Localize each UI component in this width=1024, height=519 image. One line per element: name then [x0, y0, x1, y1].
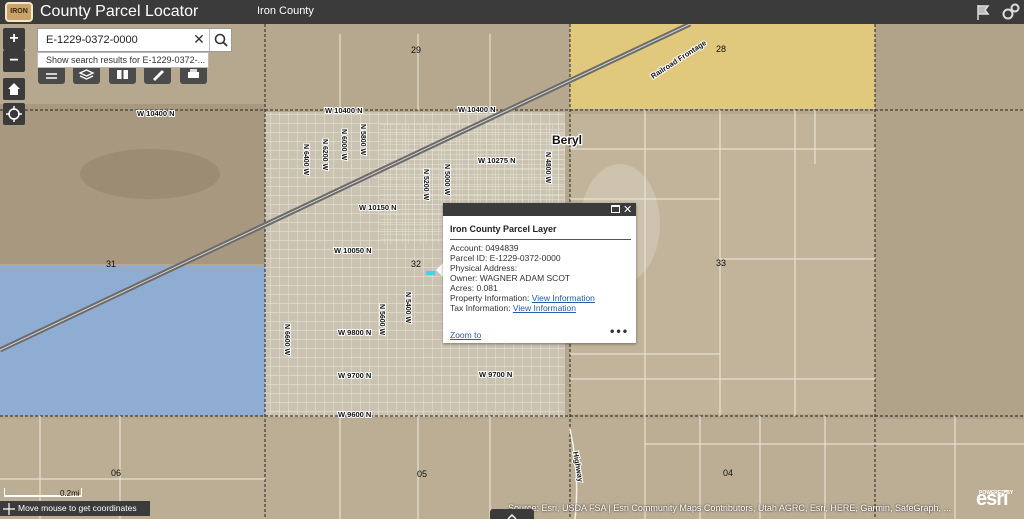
section-label: 04: [723, 468, 733, 478]
gears-icon[interactable]: [1001, 2, 1021, 22]
road-label: W 9800 N: [338, 328, 371, 337]
street-label: N 6200 W: [321, 139, 328, 171]
road-label: W 10400 N: [458, 105, 496, 114]
search-button[interactable]: [209, 29, 231, 51]
scale-label: 0.2mi: [60, 489, 80, 498]
esri-logo[interactable]: esri: [976, 488, 1009, 511]
place-label: Beryl: [552, 133, 582, 147]
chevron-up-icon: [507, 514, 517, 519]
owner-field: Owner: WAGNER ADAM SCOT: [450, 273, 571, 283]
popup-titlebar: ✕: [443, 203, 636, 216]
physical-address-field: Physical Address:: [450, 263, 518, 273]
zoom-out-button[interactable]: −: [3, 50, 25, 72]
attribution-toggle[interactable]: [490, 509, 534, 519]
street-label: N 5800 W: [359, 124, 366, 156]
app-root: 29 28 31 32 33 06 05 04 W 10400 N W 1040…: [0, 0, 1024, 519]
map-flag-icon[interactable]: [974, 2, 994, 22]
property-info-label: Property Information:: [450, 293, 530, 303]
locate-button[interactable]: [3, 103, 25, 125]
app-title: County Parcel Locator: [40, 3, 199, 20]
street-label: N 4800 W: [544, 152, 551, 184]
coordinates-display[interactable]: Move mouse to get coordinates: [0, 501, 150, 516]
road-label: W 10150 N: [359, 203, 397, 212]
search-icon: [214, 33, 228, 47]
section-label: 32: [411, 259, 421, 269]
home-button[interactable]: [3, 78, 25, 100]
street-label: N 5000 W: [443, 164, 450, 196]
account-field: Account: 0494839: [450, 243, 519, 253]
parcel-id-field: Parcel ID: E-1229-0372-0000: [450, 253, 561, 263]
street-label: N 6600 W: [283, 324, 290, 356]
property-info-link[interactable]: View Information: [532, 293, 595, 303]
street-label: N 5200 W: [422, 169, 429, 201]
street-label: N 6400 W: [302, 144, 309, 176]
tax-info-link[interactable]: View Information: [513, 303, 576, 313]
maximize-icon[interactable]: [611, 205, 620, 213]
popup-body: Account: 0494839 Parcel ID: E-1229-0372-…: [450, 243, 634, 313]
locate-icon: [6, 106, 22, 122]
search-input[interactable]: [38, 29, 206, 51]
road-label: W 10050 N: [334, 246, 372, 255]
section-label: 29: [411, 45, 421, 55]
selected-parcel[interactable]: [426, 271, 435, 275]
road-label: W 9700 N: [479, 370, 512, 379]
road-label: W 10275 N: [478, 156, 516, 165]
search-box: ✕: [37, 28, 232, 52]
tax-info-label: Tax Information:: [450, 303, 511, 313]
section-label: 06: [111, 468, 121, 478]
section-28-highlight[interactable]: [570, 24, 875, 109]
home-icon: [8, 83, 20, 95]
zoom-to-link[interactable]: Zoom to: [450, 330, 481, 340]
more-actions-icon[interactable]: •••: [609, 327, 628, 338]
county-logo: IRON: [5, 2, 33, 22]
parcel-popup: ✕ Iron County Parcel Layer Account: 0494…: [443, 203, 636, 343]
acres-field: Acres: 0.081: [450, 283, 498, 293]
road-label: W 9600 N: [338, 410, 371, 419]
tax-info-row: Tax Information: View Information: [450, 303, 634, 313]
popup-divider: [450, 239, 631, 240]
road-label: W 10400 N: [325, 106, 363, 115]
section-label: 05: [417, 469, 427, 479]
street-label: N 5400 W: [404, 292, 411, 324]
terrain-shadow: [80, 149, 220, 199]
road-label: W 9700 N: [338, 371, 371, 380]
zoom-in-button[interactable]: +: [3, 28, 25, 50]
section-label: 31: [106, 259, 116, 269]
clear-search-icon[interactable]: ✕: [191, 32, 207, 48]
search-suggestion[interactable]: Show search results for E-1229-0372-...: [37, 52, 209, 68]
coordinates-text: Move mouse to get coordinates: [18, 503, 137, 513]
road-label: W 10400 N: [137, 109, 175, 118]
crosshair-icon: [3, 503, 15, 515]
map-attribution[interactable]: Source: Esri, USDA FSA | Esri Community …: [508, 503, 970, 516]
section-label: 28: [716, 44, 726, 54]
property-info-row: Property Information: View Information: [450, 293, 634, 303]
app-header: IRON County Parcel Locator Iron County: [0, 0, 1024, 24]
popup-title: Iron County Parcel Layer: [450, 224, 557, 234]
app-subtitle: Iron County: [257, 5, 314, 17]
street-label: N 6000 W: [340, 129, 347, 161]
close-icon[interactable]: ✕: [623, 203, 632, 216]
section-label: 33: [716, 258, 726, 268]
street-label: N 5600 W: [378, 304, 385, 336]
